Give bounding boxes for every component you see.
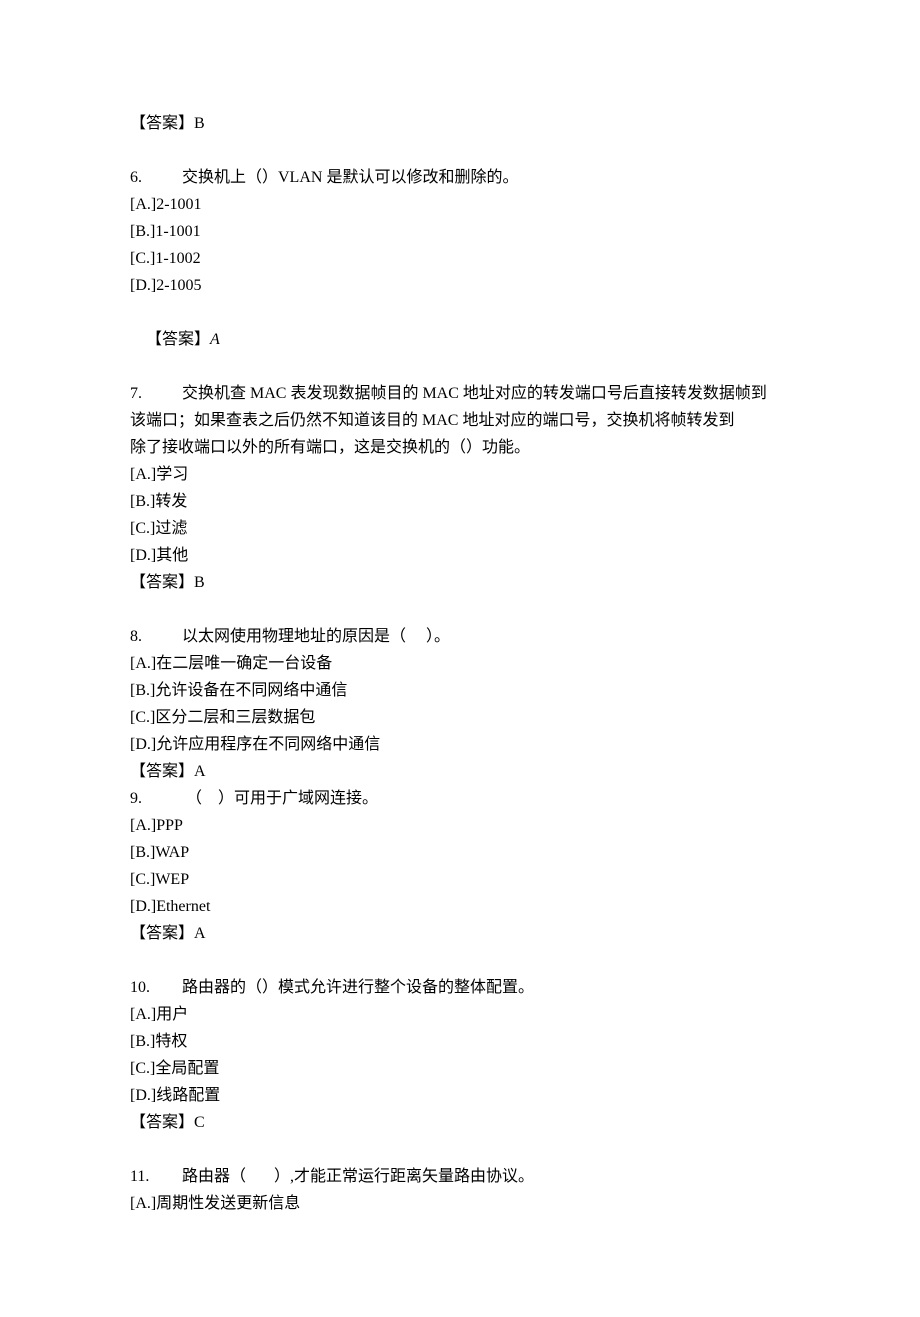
blank-line [130,137,800,164]
question-11: 11. 路由器（ ）,才能正常运行距离矢量路由协议。 [130,1163,800,1190]
option-c: [C.]区分二层和三层数据包 [130,704,800,731]
answer-label: 【答案】 [146,331,210,348]
question-7: 7. 交换机查 MAC 表发现数据帧目的 MAC 地址对应的转发端口号后直接转发… [130,380,800,407]
question-text-line3: 除了接收端口以外的所有端口，这是交换机的（）功能。 [130,434,800,461]
answer-7: 【答案】B [130,569,800,596]
question-number: 11. [130,1163,182,1190]
option-a: [A.]周期性发送更新信息 [130,1190,800,1217]
question-text: 以太网使用物理地址的原因是（ ）。 [182,623,450,650]
question-number: 9. [130,785,182,812]
option-b: [B.]WAP [130,839,800,866]
option-b: [B.]转发 [130,488,800,515]
blank-line [130,596,800,623]
option-a: [A.]PPP [130,812,800,839]
option-d: [D.]2-1005 [130,272,800,299]
question-number: 7. [130,380,182,407]
document-page: 【答案】B 6. 交换机上（）VLAN 是默认可以修改和删除的。 [A.]2-1… [0,0,920,1317]
answer-6: 【答案】A [130,299,800,380]
option-c: [C.]过滤 [130,515,800,542]
blank-line [130,947,800,974]
answer-5: 【答案】B [130,110,800,137]
question-text: （ ）可用于广域网连接。 [182,785,378,812]
option-b: [B.]1-1001 [130,218,800,245]
question-number: 8. [130,623,182,650]
question-text-line1: 交换机查 MAC 表发现数据帧目的 MAC 地址对应的转发端口号后直接转发数据帧… [182,380,767,407]
option-a: [A.]用户 [130,1001,800,1028]
option-a: [A.]学习 [130,461,800,488]
question-text-line2: 该端口；如果查表之后仍然不知道该目的 MAC 地址对应的端口号，交换机将帧转发到 [130,407,800,434]
question-6: 6. 交换机上（）VLAN 是默认可以修改和删除的。 [130,164,800,191]
answer-value: A [210,331,220,348]
blank-line [130,1136,800,1163]
option-b: [B.]特权 [130,1028,800,1055]
question-text: 路由器的（）模式允许进行整个设备的整体配置。 [182,974,534,1001]
question-10: 10. 路由器的（）模式允许进行整个设备的整体配置。 [130,974,800,1001]
option-a: [A.]在二层唯一确定一台设备 [130,650,800,677]
answer-9: 【答案】A [130,920,800,947]
option-c: [C.]WEP [130,866,800,893]
option-d: [D.]线路配置 [130,1082,800,1109]
question-text: 路由器（ ）,才能正常运行距离矢量路由协议。 [182,1163,534,1190]
question-9: 9. （ ）可用于广域网连接。 [130,785,800,812]
question-text: 交换机上（）VLAN 是默认可以修改和删除的。 [182,164,518,191]
option-d: [D.]允许应用程序在不同网络中通信 [130,731,800,758]
option-b: [B.]允许设备在不同网络中通信 [130,677,800,704]
question-number: 10. [130,974,182,1001]
question-number: 6. [130,164,182,191]
option-a: [A.]2-1001 [130,191,800,218]
answer-8: 【答案】A [130,758,800,785]
option-d: [D.]其他 [130,542,800,569]
option-c: [C.]1-1002 [130,245,800,272]
option-d: [D.]Ethernet [130,893,800,920]
answer-10: 【答案】C [130,1109,800,1136]
option-c: [C.]全局配置 [130,1055,800,1082]
question-8: 8. 以太网使用物理地址的原因是（ ）。 [130,623,800,650]
